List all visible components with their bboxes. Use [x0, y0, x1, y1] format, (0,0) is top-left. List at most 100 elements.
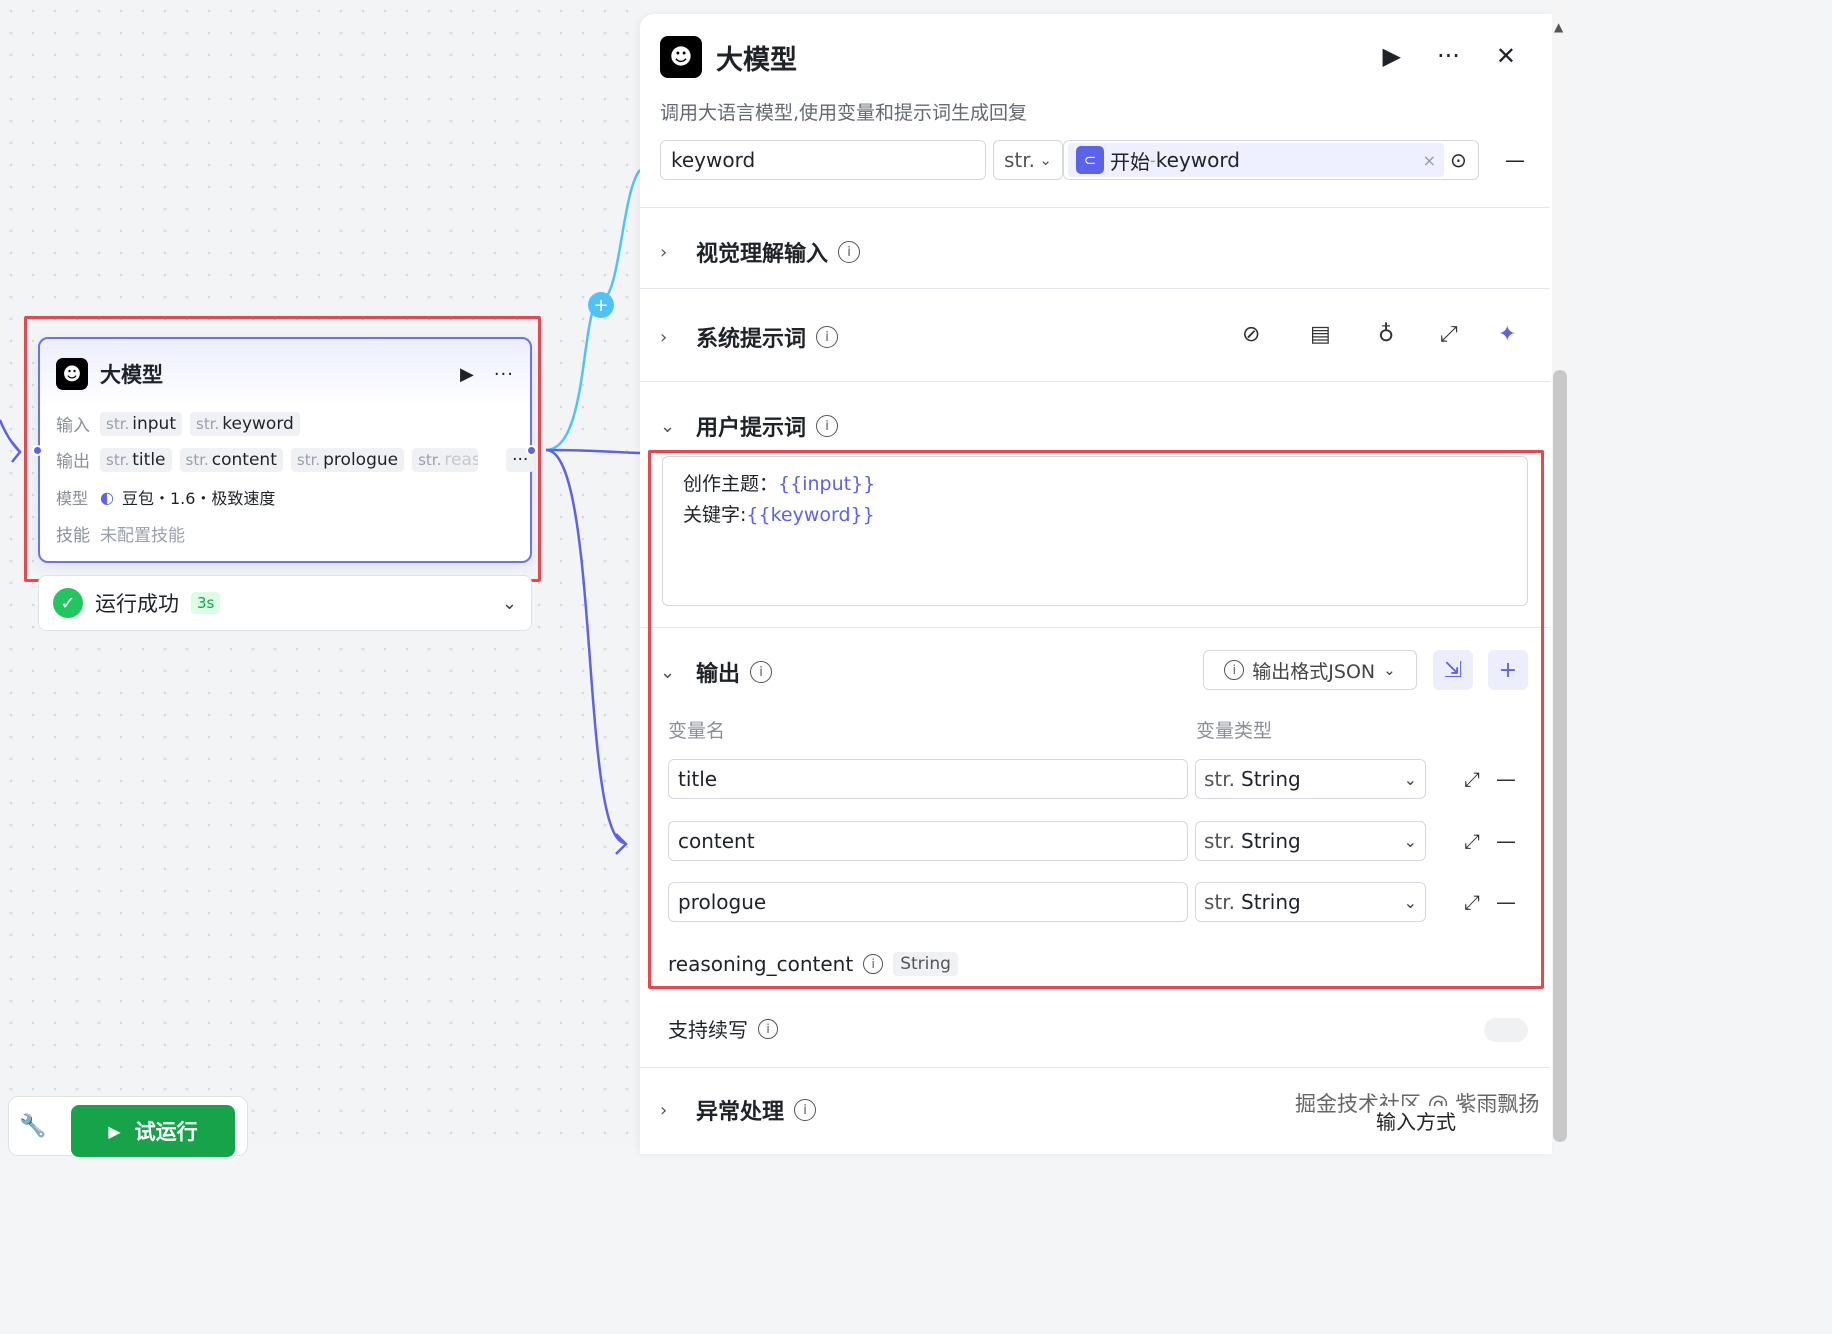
- chevron-down-icon: ⌄: [1039, 151, 1052, 169]
- section-vision-input[interactable]: › 视觉理解输入 i: [660, 236, 861, 268]
- remove-input-icon[interactable]: —: [1505, 148, 1525, 172]
- compass-icon[interactable]: ⊘: [1242, 322, 1310, 347]
- node-title: 大模型: [100, 363, 163, 387]
- clear-icon[interactable]: ×: [1423, 151, 1436, 170]
- expand-icon[interactable]: ⤢: [1448, 829, 1496, 853]
- node-model-row: 模型 ◐ 豆包・1.6・极致速度: [56, 485, 275, 509]
- info-icon[interactable]: i: [758, 1018, 778, 1039]
- expand-icon[interactable]: ⤢: [1448, 890, 1496, 914]
- remove-output-icon[interactable]: —: [1496, 890, 1516, 914]
- info-icon[interactable]: i: [816, 326, 839, 348]
- output-format-select[interactable]: i 输出格式JSON ⌄: [1203, 650, 1417, 690]
- prompt-text: 关键字:: [683, 504, 747, 526]
- output-tag: str. title: [100, 447, 172, 472]
- output-type-select[interactable]: str. String ⌄: [1195, 759, 1426, 799]
- variable-picker-icon[interactable]: ⊙: [1450, 148, 1467, 172]
- input-tag: str. keyword: [190, 411, 300, 436]
- play-icon: ▶: [108, 1121, 121, 1141]
- type-value: String: [1241, 829, 1301, 853]
- chevron-down-icon: ⌄: [1383, 661, 1396, 679]
- info-icon[interactable]: i: [863, 954, 884, 974]
- status-text: 运行成功: [95, 592, 179, 616]
- type-prefix: str.: [1204, 829, 1236, 853]
- expand-icon[interactable]: ⤢: [1440, 322, 1498, 347]
- add-output-button[interactable]: +: [1488, 650, 1528, 690]
- more-icon[interactable]: ···: [1437, 42, 1460, 70]
- play-icon[interactable]: ▶: [1383, 42, 1401, 70]
- close-icon[interactable]: ✕: [1496, 42, 1516, 70]
- section-system-prompt[interactable]: › 系统提示词 i: [660, 321, 839, 353]
- chevron-right-icon: ›: [660, 241, 668, 263]
- type-value: String: [1241, 767, 1301, 791]
- info-icon[interactable]: i: [794, 1099, 817, 1121]
- column-header-type: 变量类型: [1196, 720, 1273, 742]
- input-method-label: 输入方式: [1370, 1106, 1462, 1135]
- output-type-select[interactable]: str. String ⌄: [1195, 821, 1426, 861]
- remove-output-icon[interactable]: —: [1496, 767, 1516, 791]
- user-prompt-editor[interactable]: 创作主题：{{input}} 关键字:{{keyword}}: [662, 456, 1528, 606]
- reference-chip: ⊂ 开始 - keyword ×: [1068, 143, 1444, 177]
- section-user-prompt[interactable]: ⌄ 用户提示词 i: [660, 410, 839, 442]
- remove-output-icon[interactable]: —: [1496, 829, 1516, 853]
- more-icon[interactable]: ···: [494, 364, 514, 385]
- play-icon[interactable]: ▶: [460, 364, 474, 385]
- output-name-field[interactable]: title: [668, 759, 1188, 799]
- section-output[interactable]: ⌄ 输出 i: [660, 656, 773, 688]
- info-icon[interactable]: i: [750, 661, 773, 683]
- output-name-field[interactable]: content: [668, 821, 1188, 861]
- output-tag: str. prologue: [290, 447, 405, 472]
- template-library-icon[interactable]: ▤: [1310, 322, 1378, 347]
- reasoning-output-row: reasoning_content i String: [668, 952, 958, 976]
- output-tag: str. content: [179, 447, 283, 472]
- chevron-down-icon: ⌄: [660, 661, 676, 683]
- scrollbar-thumb[interactable]: [1553, 370, 1567, 1142]
- divider: [640, 1067, 1550, 1068]
- ai-sparkle-icon[interactable]: ✦: [1498, 322, 1516, 347]
- success-check-icon: ✓: [53, 588, 83, 618]
- input-name-field[interactable]: keyword: [660, 140, 986, 180]
- prompt-variable: {{keyword}}: [746, 504, 875, 526]
- info-icon[interactable]: i: [838, 241, 861, 263]
- continue-writing-toggle[interactable]: [1484, 1018, 1528, 1042]
- info-icon[interactable]: i: [816, 415, 839, 437]
- llm-node-card[interactable]: ☻ 大模型 ▶ ··· 输入 str. input str. keyword 输出 …: [38, 337, 535, 563]
- output-type-select[interactable]: str. String ⌄: [1195, 882, 1426, 922]
- chevron-right-icon: ›: [660, 1099, 668, 1121]
- input-variable-row: keyword str. ⌄ ⊂ 开始 - keyword × ⊙ —: [660, 140, 1525, 180]
- section-exception-title: 异常处理: [696, 1100, 785, 1125]
- llm-logo-icon: ☻: [56, 358, 88, 390]
- test-run-button[interactable]: ▶ 试运行: [71, 1105, 235, 1157]
- section-system-title: 系统提示词: [696, 327, 807, 352]
- ref-variable: keyword: [1155, 148, 1240, 172]
- section-vision-title: 视觉理解输入: [696, 242, 829, 267]
- continue-writing-row: 支持续写 i: [668, 1014, 778, 1043]
- section-user-title: 用户提示词: [696, 416, 807, 441]
- doubao-icon: ◐: [100, 487, 114, 507]
- skill-value: 未配置技能: [100, 526, 185, 546]
- input-port[interactable]: [32, 445, 43, 456]
- input-type-select[interactable]: str. ⌄: [993, 140, 1063, 180]
- chevron-down-icon[interactable]: ⌄: [502, 593, 517, 614]
- status-time-badge: 3s: [191, 592, 221, 614]
- scroll-up-icon[interactable]: ▲: [1554, 20, 1563, 34]
- type-prefix: str.: [1204, 767, 1236, 791]
- output-port[interactable]: [526, 445, 537, 456]
- output-name-field[interactable]: prologue: [668, 882, 1188, 922]
- chevron-down-icon: ⌄: [1403, 892, 1417, 912]
- input-reference-field[interactable]: ⊂ 开始 - keyword × ⊙: [1063, 140, 1479, 180]
- section-output-title: 输出: [696, 662, 741, 687]
- chevron-down-icon: ⌄: [660, 415, 676, 437]
- import-output-button[interactable]: ⇲: [1433, 650, 1473, 690]
- prompt-tools: ⊘ ▤ ♁ ⤢ ✦: [1242, 322, 1516, 347]
- run-status-bar[interactable]: ✓ 运行成功 3s ⌄: [38, 575, 532, 631]
- test-run-label: 试运行: [134, 1120, 198, 1144]
- section-exception[interactable]: › 异常处理 i: [660, 1094, 817, 1126]
- expand-icon[interactable]: ⤢: [1448, 767, 1496, 791]
- node-inputs-row: 输入 str. input str. keyword: [56, 411, 308, 436]
- panel-title: 大模型: [716, 44, 797, 76]
- lightbulb-icon[interactable]: ♁: [1378, 322, 1440, 347]
- reasoning-name: reasoning_content: [668, 952, 854, 976]
- wrench-icon[interactable]: 🔧: [19, 1114, 71, 1139]
- input-tag: str. input: [100, 411, 182, 436]
- output-row: prologue str. String ⌄ ⤢ —: [668, 882, 1516, 922]
